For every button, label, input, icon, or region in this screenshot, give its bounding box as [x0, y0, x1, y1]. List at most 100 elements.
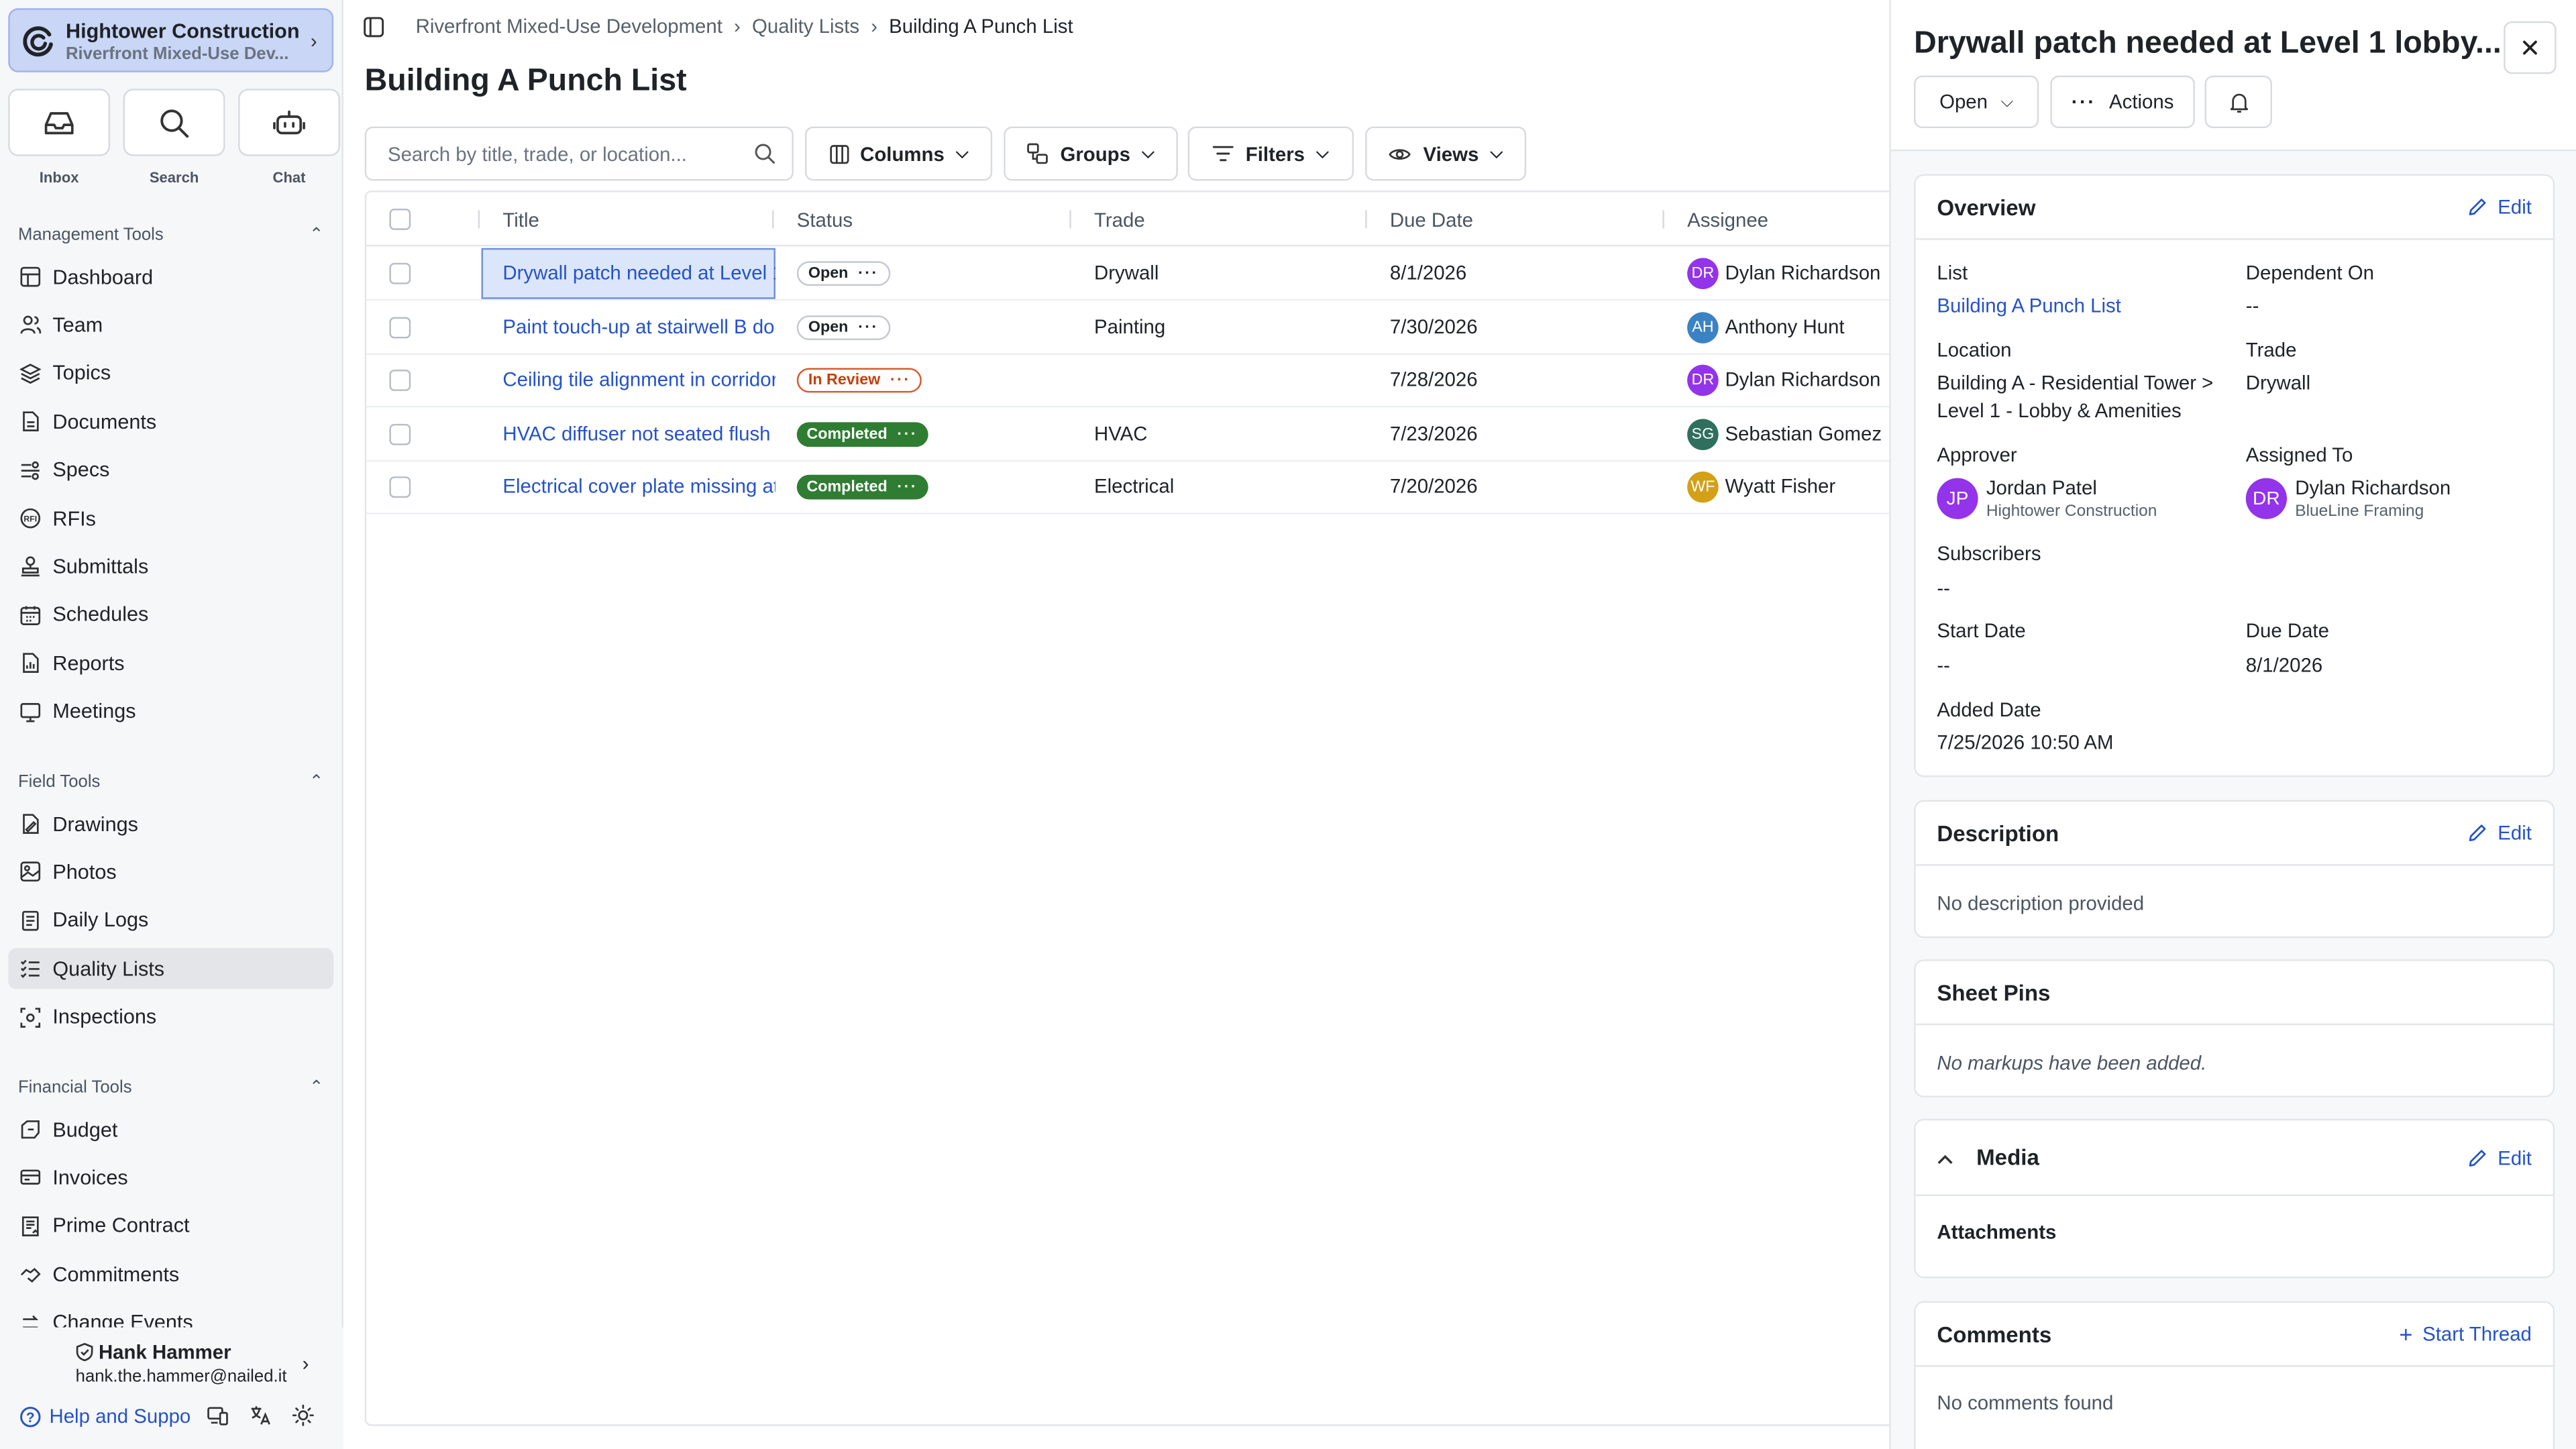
sidebar-item-change-events[interactable]: Change Events — [8, 1302, 333, 1328]
more-horizontal-icon: ··· — [897, 425, 918, 443]
pencil-icon — [2469, 199, 2487, 215]
chevron-right-icon: › — [871, 15, 877, 38]
row-title-link[interactable]: Electrical cover plate missing at — [502, 476, 775, 498]
status-badge[interactable]: Open ··· — [796, 315, 890, 339]
sidebar-item-label: Budget — [52, 1118, 118, 1141]
breadcrumb-project[interactable]: Riverfront Mixed-Use Development — [416, 15, 722, 38]
table-row[interactable]: HVAC diffuser not seated flush Completed ·… — [366, 407, 1908, 462]
sun-icon[interactable] — [292, 1404, 314, 1426]
groups-button[interactable]: Groups ⌵ — [1004, 126, 1178, 181]
avatar: JP — [1937, 478, 1978, 519]
footer-icons — [207, 1404, 314, 1426]
row-assignee: Dylan Richardson — [1725, 368, 1881, 392]
row-checkbox[interactable] — [389, 316, 411, 338]
table-row[interactable]: Drywall patch needed at Level 1 lobby Ope… — [366, 246, 1908, 301]
sidebar-item-label: Commitments — [52, 1263, 180, 1286]
added-date-value: 7/25/2026 10:50 AM — [1937, 731, 2114, 755]
close-icon — [2523, 40, 2537, 55]
overview-heading: Overview — [1937, 195, 2036, 219]
status-badge[interactable]: In Review ··· — [796, 368, 922, 393]
header-status[interactable]: Status — [797, 209, 853, 231]
commitments-icon — [19, 1264, 41, 1285]
filter-icon — [1213, 146, 1234, 162]
description-edit-button[interactable]: Edit — [2468, 822, 2532, 845]
row-checkbox[interactable] — [389, 370, 411, 392]
notifications-button[interactable] — [2204, 75, 2272, 129]
status-badge[interactable]: Completed ··· — [796, 421, 928, 447]
status-badge[interactable]: Completed ··· — [796, 475, 928, 500]
user-profile[interactable]: Hank Hammer hank.the.hammer@nailed.it — [76, 1340, 287, 1387]
breadcrumb: Riverfront Mixed-Use Development › Quali… — [363, 15, 1073, 38]
invoices-icon — [19, 1167, 41, 1189]
search-icon[interactable] — [754, 143, 775, 164]
devices-icon[interactable] — [207, 1405, 229, 1426]
more-horizontal-icon: ··· — [2071, 90, 2096, 113]
row-title-link[interactable]: HVAC diffuser not seated flush — [502, 422, 775, 445]
detail-panel: Drywall patch needed at Level 1 lobby...… — [1889, 0, 2576, 1449]
help-and-support-link[interactable]: ? Help and Suppo — [19, 1405, 191, 1428]
status-dropdown[interactable]: Open ⌵ — [1914, 75, 2039, 129]
header-assignee[interactable]: Assignee — [1687, 209, 1768, 231]
chevron-up-icon[interactable] — [1937, 1142, 1953, 1172]
search-input[interactable] — [387, 142, 733, 166]
row-assignee: Sebastian Gomez — [1725, 421, 1882, 445]
approver-org: Hightower Construction — [1986, 502, 2157, 521]
dependent-on-label: Dependent On — [2245, 261, 2374, 284]
user-name: Hank Hammer — [98, 1340, 231, 1364]
groups-icon — [1028, 143, 1049, 164]
header-trade[interactable]: Trade — [1094, 209, 1145, 231]
subscribers-label: Subscribers — [1937, 542, 2041, 566]
close-button[interactable] — [2504, 21, 2557, 74]
row-title-link[interactable]: Ceiling tile alignment in corridor — [502, 368, 775, 391]
sheet-pins-empty: No markups have been added. — [1937, 1051, 2207, 1075]
table-row[interactable]: Paint touch-up at stairwell B door Open ··… — [366, 300, 1908, 354]
avatar: DR — [1687, 365, 1719, 396]
actions-button[interactable]: ··· Actions — [2050, 75, 2195, 129]
approver-label: Approver — [1937, 443, 2017, 467]
sidebar-item-invoices[interactable]: Invoices — [8, 1157, 333, 1198]
due-date-label: Due Date — [2245, 619, 2329, 643]
row-title-link[interactable]: Drywall patch needed at Level 1 lobby — [502, 261, 775, 284]
chevron-right-icon[interactable]: › — [303, 1352, 309, 1375]
select-all-checkbox[interactable] — [389, 209, 411, 230]
row-checkbox[interactable] — [389, 262, 411, 284]
header-due-date[interactable]: Due Date — [1390, 209, 1473, 231]
overview-edit-button[interactable]: Edit — [2468, 195, 2532, 219]
row-checkbox[interactable] — [389, 423, 411, 445]
filters-button[interactable]: Filters ⌵ — [1187, 126, 1354, 181]
row-checkbox[interactable] — [389, 477, 411, 499]
row-title-link[interactable]: Paint touch-up at stairwell B door — [502, 315, 775, 337]
media-edit-button[interactable]: Edit — [2468, 1146, 2532, 1169]
comments-empty: No comments found — [1937, 1391, 2114, 1415]
location-label: Location — [1937, 338, 2012, 362]
views-button[interactable]: Views ⌵ — [1365, 126, 1527, 181]
svg-text:?: ? — [26, 1409, 35, 1425]
start-date-value: -- — [1937, 653, 1950, 677]
sheet-pins-card: Sheet Pins No markups have been added. — [1914, 959, 2555, 1097]
sidebar-item-prime-contract[interactable]: Prime Contract — [8, 1205, 333, 1246]
language-icon[interactable] — [250, 1405, 271, 1426]
breadcrumb-quality-lists[interactable]: Quality Lists — [752, 15, 859, 38]
list-link[interactable]: Building A Punch List — [1937, 294, 2121, 317]
start-date-label: Start Date — [1937, 619, 2026, 643]
sidebar-item-label: Change Events — [52, 1311, 193, 1328]
added-date-label: Added Date — [1937, 698, 2041, 722]
search-box — [364, 126, 794, 181]
sidebar-toggle-icon[interactable] — [363, 15, 384, 37]
bell-icon — [2229, 93, 2247, 112]
table-row[interactable]: Ceiling tile alignment in corridor In Rev… — [366, 354, 1908, 408]
attachments-label: Attachments — [1937, 1220, 2057, 1244]
sidebar-item-commitments[interactable]: Commitments — [8, 1254, 333, 1295]
start-thread-button[interactable]: + Start Thread — [2399, 1321, 2532, 1347]
table-header: Title Status Trade Due Date Assignee — [366, 193, 1908, 247]
sidebar-item-budget[interactable]: Budget — [8, 1109, 333, 1150]
location-line-1: Building A - Residential Tower > — [1937, 371, 2214, 394]
approver-name: Jordan Patel — [1986, 476, 2097, 500]
row-trade: Drywall — [1094, 261, 1159, 284]
columns-button[interactable]: Columns ⌵ — [805, 126, 993, 181]
table-row[interactable]: Electrical cover plate missing at Complet… — [366, 461, 1908, 515]
media-heading: Media — [1976, 1144, 2039, 1170]
status-badge[interactable]: Open ··· — [796, 261, 890, 286]
chevron-down-icon: ⌵ — [1142, 144, 1155, 163]
header-title[interactable]: Title — [502, 209, 539, 231]
